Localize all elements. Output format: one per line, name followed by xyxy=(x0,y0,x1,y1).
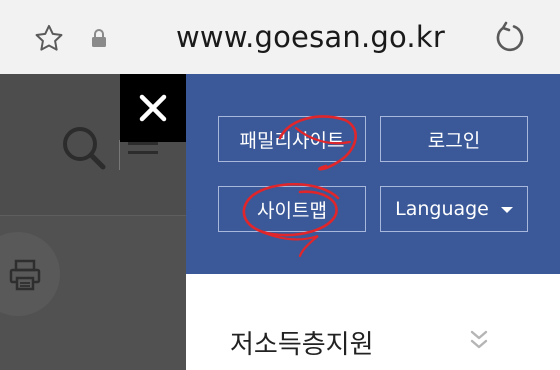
caret-down-icon xyxy=(500,207,513,213)
close-icon xyxy=(139,94,167,122)
header-divider xyxy=(119,140,120,170)
print-icon xyxy=(9,259,41,291)
menu-item-label: 저소득층지원 xyxy=(230,330,374,360)
star-icon[interactable] xyxy=(32,22,66,56)
menu-list: 저소득층지원 xyxy=(186,274,560,370)
side-menu-panel: 패밀리사이트 로그인 사이트맵 Language xyxy=(186,74,560,274)
sitemap-button[interactable]: 사이트맵 xyxy=(218,186,366,232)
language-select[interactable]: Language xyxy=(380,186,528,232)
search-icon xyxy=(63,127,106,170)
lock-icon xyxy=(92,29,106,47)
close-menu-button[interactable] xyxy=(120,74,186,142)
family-site-label: 패밀리사이트 xyxy=(239,129,345,152)
language-label: Language xyxy=(395,198,489,220)
double-chevron-down-icon[interactable] xyxy=(468,328,490,352)
hamburger-icon xyxy=(128,142,158,162)
family-site-button[interactable]: 패밀리사이트 xyxy=(218,116,366,162)
reload-icon[interactable] xyxy=(492,20,528,56)
sitemap-label: 사이트맵 xyxy=(257,199,327,222)
login-button[interactable]: 로그인 xyxy=(380,116,528,162)
browser-address-bar: www.goesan.go.kr xyxy=(0,0,560,74)
url-text[interactable]: www.goesan.go.kr xyxy=(176,20,445,54)
login-label: 로그인 xyxy=(427,129,481,152)
